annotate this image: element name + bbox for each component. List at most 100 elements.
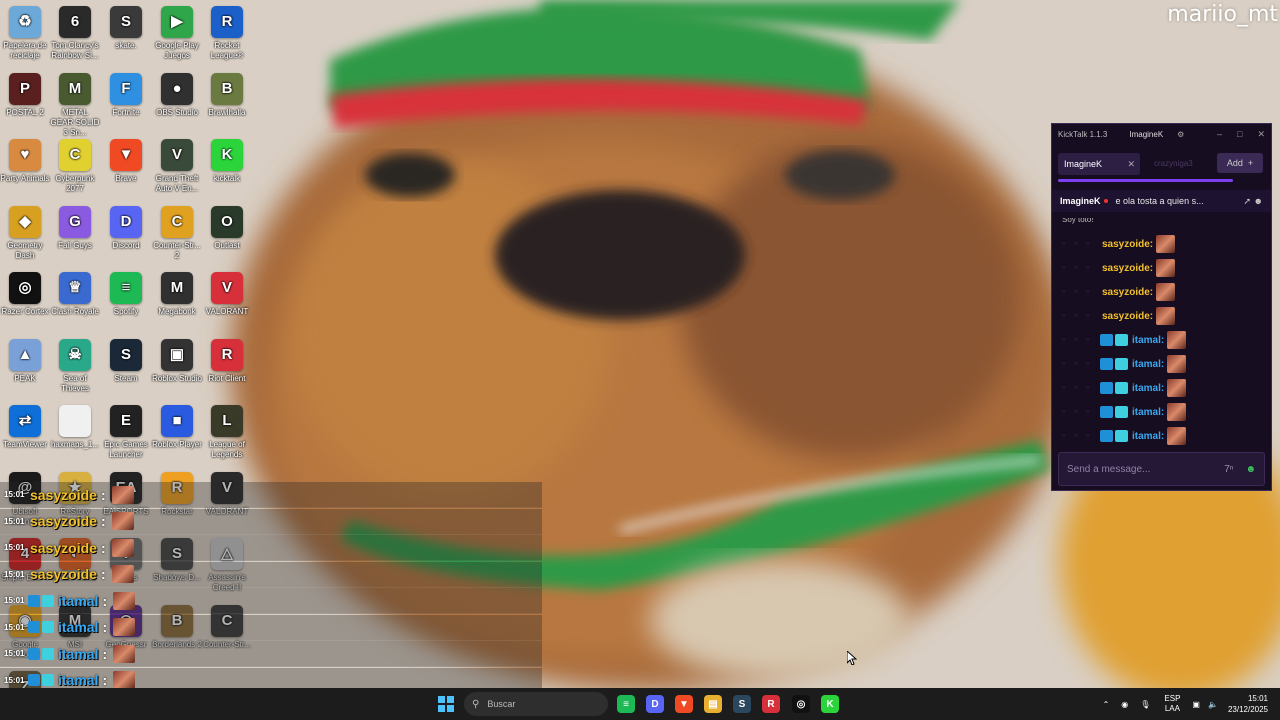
desktop-icon[interactable]: haxmaps_1... xyxy=(50,405,100,450)
tab-imaginek[interactable]: ImagineK ✕ xyxy=(1058,153,1140,175)
chat-username[interactable]: itamal: xyxy=(1132,359,1164,370)
desktop-icon[interactable]: E Epic Games Launcher xyxy=(101,405,151,460)
desktop-icon[interactable]: ♥ Party Animals xyxy=(0,139,50,184)
message-input[interactable]: Send a message... 7ⁿ ☻ xyxy=(1058,452,1265,486)
more-icon[interactable]: ○ xyxy=(1086,361,1098,367)
razer-cortex-taskbar-icon[interactable]: ◎ xyxy=(792,695,810,713)
chat-username[interactable]: sasyzoide: xyxy=(1102,239,1153,250)
discord-taskbar-icon[interactable]: D xyxy=(646,695,664,713)
chat-message[interactable]: ○ ○ ○ itamal: xyxy=(1052,376,1271,400)
reply-icon[interactable]: ○ xyxy=(1062,241,1074,247)
chat-username[interactable]: itamal: xyxy=(1132,431,1164,442)
chat-username[interactable]: sasyzoide: xyxy=(1102,287,1153,298)
desktop-icon[interactable]: C Cyberpunk 2077 xyxy=(50,139,100,194)
desktop-icon[interactable]: ♻ Papelera de reciclaje xyxy=(0,6,50,61)
desktop-icon[interactable]: ■ Roblox Player xyxy=(152,405,202,450)
desktop-icon[interactable]: ◆ Geometry Dash xyxy=(0,205,50,261)
close-icon[interactable]: ✕ xyxy=(1257,129,1265,140)
kicktalk-message-list[interactable]: ○ ○ ○ sasyzoide: ○ ○ ○ sasyzoide: ○ ○ ○ sasyzoide: ○… xyxy=(1052,232,1271,446)
kicktalk-titlebar[interactable]: KickTalk 1.1.3 ImagineK ⚙ – □ ✕ xyxy=(1052,124,1271,144)
add-chat-button[interactable]: Add + xyxy=(1217,153,1263,173)
desktop-icon[interactable]: ♕ Clash Royale xyxy=(50,272,100,317)
chat-username[interactable]: itamal: xyxy=(1132,407,1164,418)
desktop-icon[interactable]: ▲ PEAK xyxy=(0,338,50,384)
reply-icon[interactable]: ○ xyxy=(1062,313,1074,319)
language-indicator[interactable]: ESP LAA xyxy=(1164,694,1180,714)
desktop-icon[interactable]: Kkicktalk xyxy=(202,139,252,184)
chat-message[interactable]: ○ ○ ○ sasyzoide: xyxy=(1052,256,1271,280)
chat-message[interactable]: ○ ○ ○ itamal: xyxy=(1052,400,1271,424)
desktop-icon[interactable]: ● OBS Studio xyxy=(152,72,202,118)
pin-icon[interactable]: ➚ ☻ xyxy=(1243,196,1263,207)
reply-icon[interactable]: ○ xyxy=(1062,385,1074,391)
pin-msg-icon[interactable]: ○ xyxy=(1074,385,1086,391)
desktop-icon[interactable]: ▶ Google Play Juegos xyxy=(152,6,202,61)
volume-icon[interactable]: 🔈 xyxy=(1208,700,1218,709)
desktop-icon[interactable]: ⇄ TeamViewer xyxy=(0,405,50,450)
chat-username[interactable]: sasyzoide: xyxy=(1102,263,1153,274)
chat-username[interactable]: itamal: xyxy=(1132,383,1164,394)
desktop-icon[interactable]: P POSTAL 2 xyxy=(0,72,50,118)
settings-icon[interactable]: ⚙ xyxy=(1177,130,1184,139)
chevron-up-icon[interactable]: ⌃ xyxy=(1103,700,1110,709)
clock[interactable]: 15:01 23/12/2025 xyxy=(1228,693,1268,715)
kicktalk-taskbar-icon[interactable]: K xyxy=(821,695,839,713)
pin-msg-icon[interactable]: ○ xyxy=(1074,265,1086,271)
file-explorer-taskbar-icon[interactable]: ▤ xyxy=(704,695,722,713)
minimize-icon[interactable]: – xyxy=(1217,129,1222,140)
microphone-icon[interactable]: 🎙 xyxy=(1140,700,1150,709)
reply-icon[interactable]: ○ xyxy=(1062,361,1074,367)
desktop-icon[interactable]: B Brawlhalla xyxy=(202,72,252,118)
maximize-icon[interactable]: □ xyxy=(1237,129,1242,140)
chat-message[interactable]: ○ ○ ○ sasyzoide: xyxy=(1052,304,1271,328)
reply-icon[interactable]: ○ xyxy=(1062,433,1074,439)
desktop-icon[interactable]: Sskate. xyxy=(101,6,151,51)
desktop-icon[interactable]: V Grand Theft Auto V En... xyxy=(152,139,202,194)
emote-picker-icon[interactable]: ☻ xyxy=(1245,464,1256,475)
pin-msg-icon[interactable]: ○ xyxy=(1074,361,1086,367)
kicktalk-title-tab[interactable]: ImagineK xyxy=(1129,130,1163,139)
close-tab-icon[interactable]: ✕ xyxy=(1127,159,1135,170)
desktop-icon[interactable]: O Outlast xyxy=(202,205,252,251)
spotify-taskbar-icon[interactable]: ≡ xyxy=(617,695,635,713)
riot-client-taskbar-icon[interactable]: R xyxy=(762,695,780,713)
desktop-icon[interactable]: S Steam xyxy=(101,338,151,384)
pin-msg-icon[interactable]: ○ xyxy=(1074,241,1086,247)
desktop-icon[interactable]: ◎ Razer Cortex xyxy=(0,272,50,317)
pin-msg-icon[interactable]: ○ xyxy=(1074,313,1086,319)
chat-username[interactable]: sasyzoide: xyxy=(1102,311,1153,322)
tab-other-channel[interactable]: crazyniga3 xyxy=(1154,159,1193,168)
translate-icon[interactable]: 7ⁿ xyxy=(1224,464,1233,475)
pin-msg-icon[interactable]: ○ xyxy=(1074,289,1086,295)
desktop-icon[interactable]: ▣ Roblox Studio xyxy=(152,338,202,384)
pin-msg-icon[interactable]: ○ xyxy=(1074,433,1086,439)
reply-icon[interactable]: ○ xyxy=(1062,409,1074,415)
desktop-icon[interactable]: ☠ Sea of Thieves xyxy=(50,338,100,394)
chat-message[interactable]: ○ ○ ○ sasyzoide: xyxy=(1052,232,1271,256)
more-icon[interactable]: ○ xyxy=(1086,433,1098,439)
desktop-icon[interactable]: C Counter-Str... 2 xyxy=(152,205,202,261)
pin-msg-icon[interactable]: ○ xyxy=(1074,337,1086,343)
chat-message[interactable]: ○ ○ ○ itamal: xyxy=(1052,328,1271,352)
desktop-icon[interactable]: 6 Tom Clancy's Rainbow Si... xyxy=(50,6,100,61)
reply-icon[interactable]: ○ xyxy=(1062,337,1074,343)
reply-icon[interactable]: ○ xyxy=(1062,265,1074,271)
more-icon[interactable]: ○ xyxy=(1086,289,1098,295)
chat-message[interactable]: ○ ○ ○ itamal: xyxy=(1052,424,1271,448)
pinned-message[interactable]: ImagineK e ola tosta a quien s... ➚ ☻ xyxy=(1052,190,1271,212)
desktop-icon[interactable]: F Fortnite xyxy=(101,72,151,118)
more-icon[interactable]: ○ xyxy=(1086,313,1098,319)
more-icon[interactable]: ○ xyxy=(1086,385,1098,391)
steam-taskbar-icon[interactable]: S xyxy=(733,695,751,713)
tray-app-icon[interactable]: ◉ xyxy=(1121,700,1128,709)
desktop-icon[interactable]: R Rocket League® xyxy=(202,6,252,61)
desktop-icon[interactable]: G Fall Guys xyxy=(50,205,100,251)
chat-message[interactable]: ○ ○ ○ sasyzoide: xyxy=(1052,280,1271,304)
pin-msg-icon[interactable]: ○ xyxy=(1074,409,1086,415)
desktop-icon[interactable]: V VALORANT xyxy=(202,272,252,317)
desktop-icon[interactable]: M Megabonk xyxy=(152,272,202,317)
taskbar-search[interactable]: ⚲ Buscar xyxy=(464,692,608,716)
more-icon[interactable]: ○ xyxy=(1086,337,1098,343)
desktop-icon[interactable]: ≡ Spotify xyxy=(101,272,151,317)
chat-message[interactable]: ○ ○ ○ itamal: xyxy=(1052,352,1271,376)
